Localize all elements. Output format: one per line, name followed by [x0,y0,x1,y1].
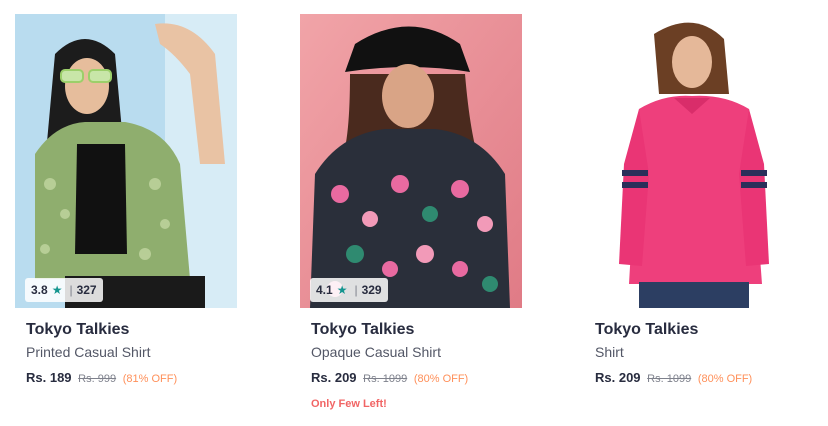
price-row: Rs. 189 Rs. 999 (81% OFF) [26,370,226,387]
star-icon: ★ [51,283,63,297]
product-price: Rs. 209 [311,370,357,385]
product-mrp: Rs. 999 [78,373,117,385]
stock-note: Only Few Left! [311,398,387,410]
rating-value: 4.1 [316,283,333,297]
product-image[interactable]: 4.1 ★ | 329 [300,14,522,308]
product-discount: (80% OFF) [413,373,469,385]
star-icon: ★ [336,283,348,297]
rating-badge: 3.8 ★ | 327 [25,278,103,302]
product-discount: (81% OFF) [122,373,178,385]
rating-count: 329 [361,283,382,297]
product-card[interactable]: 3.8 ★ | 327 Tokyo Talkies Printed Casual… [15,14,237,387]
product-price: Rs. 189 [26,370,72,385]
product-brand: Tokyo Talkies [26,321,130,338]
product-info: Tokyo Talkies Shirt Rs. 209 Rs. 1099 (80… [584,320,806,387]
rating-count: 327 [76,283,97,297]
product-brand: Tokyo Talkies [311,321,415,338]
product-image[interactable] [584,14,806,308]
product-name: Printed Casual Shirt [26,344,151,360]
rating-badge: 4.1 ★ | 329 [310,278,388,302]
rating-value: 3.8 [31,283,48,297]
product-name: Shirt [595,344,624,360]
product-card[interactable]: 4.1 ★ | 329 Tokyo Talkies Opaque Casual … [300,14,522,410]
product-name: Opaque Casual Shirt [311,344,441,360]
product-mrp: Rs. 1099 [647,373,692,385]
product-info: Tokyo Talkies Opaque Casual Shirt Rs. 20… [300,320,522,410]
product-discount: (80% OFF) [697,373,753,385]
product-info: Tokyo Talkies Printed Casual Shirt Rs. 1… [15,320,237,387]
product-brand: Tokyo Talkies [595,321,699,338]
product-image[interactable]: 3.8 ★ | 327 [15,14,237,308]
rating-separator: | [354,283,358,297]
product-mrp: Rs. 1099 [363,373,408,385]
price-row: Rs. 209 Rs. 1099 (80% OFF) [311,370,511,387]
product-price: Rs. 209 [595,370,641,385]
rating-separator: | [69,283,73,297]
product-card[interactable]: Tokyo Talkies Shirt Rs. 209 Rs. 1099 (80… [584,14,806,387]
price-row: Rs. 209 Rs. 1099 (80% OFF) [595,370,795,387]
